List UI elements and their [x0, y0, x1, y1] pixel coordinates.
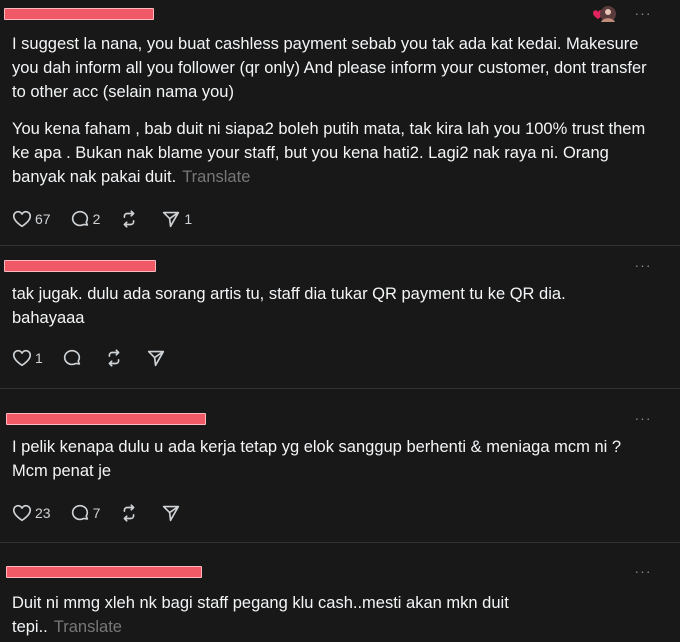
- redacted-username: [4, 8, 154, 20]
- reply-count: 7: [92, 505, 101, 521]
- translate-link[interactable]: Translate: [54, 618, 122, 636]
- heart-icon: [11, 208, 33, 230]
- action-bar: 1: [11, 347, 187, 369]
- translate-link[interactable]: Translate: [182, 168, 250, 186]
- reply-post-1: ··· I suggest la nana, you buat cashless…: [0, 0, 680, 240]
- reply-count: 2: [92, 211, 101, 227]
- action-bar: 67 2 1: [11, 208, 210, 230]
- like-count: 67: [35, 211, 51, 227]
- send-icon: [145, 347, 167, 369]
- more-options-icon[interactable]: ···: [634, 6, 652, 20]
- like-button[interactable]: 23: [11, 502, 51, 524]
- share-button[interactable]: [160, 502, 184, 524]
- post-text: Duit ni mmg xleh nk bagi staff pegang kl…: [12, 591, 582, 639]
- like-button[interactable]: 67: [11, 208, 51, 230]
- like-count: 1: [35, 350, 43, 366]
- reply-post-4: ··· Duit ni mmg xleh nk bagi staff pegan…: [0, 543, 680, 642]
- send-icon: [160, 502, 182, 524]
- reply-button[interactable]: 7: [69, 502, 101, 524]
- reply-post-3: ··· I pelik kenapa dulu u ada kerja teta…: [0, 389, 680, 539]
- comment-icon: [69, 208, 91, 230]
- redacted-username: [6, 566, 202, 578]
- heart-icon: [11, 347, 33, 369]
- heart-icon: [11, 502, 33, 524]
- post-text-paragraph: You kena faham , bab duit ni siapa2 bole…: [12, 120, 646, 186]
- send-icon: [160, 208, 182, 230]
- like-button[interactable]: 1: [11, 347, 43, 369]
- post-text: I suggest la nana, you buat cashless pay…: [12, 35, 647, 101]
- more-options-icon[interactable]: ···: [634, 564, 652, 578]
- repost-button[interactable]: [103, 347, 127, 369]
- share-button[interactable]: 1: [160, 208, 192, 230]
- reply-button[interactable]: 2: [69, 208, 101, 230]
- repost-button[interactable]: [118, 502, 142, 524]
- repost-icon: [118, 208, 140, 230]
- share-count: 1: [184, 211, 193, 227]
- comment-icon: [69, 502, 91, 524]
- reply-button[interactable]: [61, 347, 85, 369]
- reply-post-2: ··· tak jugak. dulu ada sorang artis tu,…: [0, 246, 680, 386]
- repost-button[interactable]: [118, 208, 142, 230]
- redacted-username: [4, 260, 156, 272]
- repost-icon: [103, 347, 125, 369]
- more-options-icon[interactable]: ···: [634, 411, 652, 425]
- repost-icon: [118, 502, 140, 524]
- like-count: 23: [35, 505, 51, 521]
- share-button[interactable]: [145, 347, 169, 369]
- post-text: I pelik kenapa dulu u ada kerja tetap yg…: [12, 438, 622, 480]
- comment-icon: [61, 347, 83, 369]
- profile-badge-icon: [590, 4, 616, 24]
- redacted-username: [6, 413, 206, 425]
- action-bar: 23 7: [11, 502, 202, 524]
- post-text-continued: You kena faham , bab duit ni siapa2 bole…: [12, 117, 652, 189]
- more-options-icon[interactable]: ···: [634, 258, 652, 272]
- post-text: tak jugak. dulu ada sorang artis tu, sta…: [12, 285, 566, 327]
